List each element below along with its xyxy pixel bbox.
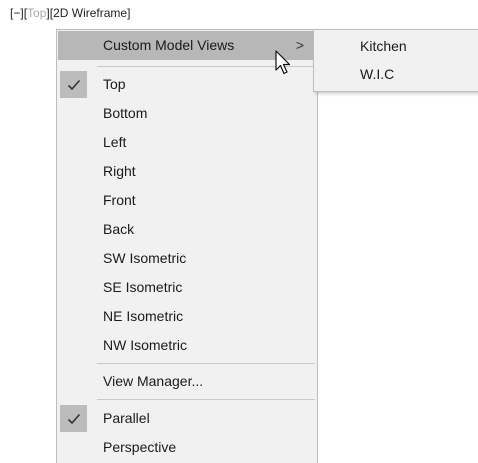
- menu-item-label: Left: [103, 134, 127, 150]
- menu-item-bottom[interactable]: Bottom: [58, 99, 316, 128]
- menu-item-se-isometric[interactable]: SE Isometric: [58, 273, 316, 302]
- menu-item-parallel[interactable]: Parallel: [58, 404, 316, 433]
- viewport-visual-style-control[interactable]: [2D Wireframe]: [50, 6, 131, 20]
- menu-item-label: SW Isometric: [103, 250, 187, 266]
- menu-item-label: View Manager...: [103, 373, 204, 389]
- menu-separator: [97, 399, 315, 400]
- menu-item-label: Back: [103, 221, 135, 237]
- menu-item-left[interactable]: Left: [58, 128, 316, 157]
- chevron-right-icon: >: [295, 37, 304, 53]
- check-icon: [60, 71, 87, 98]
- menu-item-nw-isometric[interactable]: NW Isometric: [58, 331, 316, 360]
- menu-item-back[interactable]: Back: [58, 215, 316, 244]
- submenu-item-label: W.I.C: [360, 66, 395, 82]
- viewport-label: [−][Top][2D Wireframe]: [10, 5, 130, 21]
- submenu-item-wic[interactable]: W.I.C: [315, 60, 477, 88]
- menu-item-label: Parallel: [103, 410, 150, 426]
- menu-item-label: NW Isometric: [103, 337, 187, 353]
- menu-item-right[interactable]: Right: [58, 157, 316, 186]
- menu-item-label: Front: [103, 192, 136, 208]
- viewport-view-control[interactable]: Top: [27, 6, 46, 20]
- menu-item-label: SE Isometric: [103, 279, 183, 295]
- view-context-menu: Custom Model Views > Top Bottom Left Rig…: [56, 29, 318, 463]
- menu-item-label: Custom Model Views: [103, 37, 235, 53]
- menu-item-label: Right: [103, 163, 136, 179]
- mouse-pointer-icon: [275, 50, 291, 75]
- check-icon: [60, 405, 87, 432]
- custom-model-views-submenu: Kitchen W.I.C: [313, 29, 478, 92]
- menu-item-label: Bottom: [103, 105, 148, 121]
- menu-item-front[interactable]: Front: [58, 186, 316, 215]
- submenu-item-label: Kitchen: [360, 38, 407, 54]
- menu-item-view-manager[interactable]: View Manager...: [58, 367, 316, 396]
- menu-item-label: Perspective: [103, 439, 177, 455]
- menu-item-sw-isometric[interactable]: SW Isometric: [58, 244, 316, 273]
- menu-separator: [97, 363, 315, 364]
- menu-item-perspective[interactable]: Perspective: [58, 433, 316, 462]
- viewport-minimize-control[interactable]: [−]: [10, 6, 24, 20]
- submenu-item-kitchen[interactable]: Kitchen: [315, 32, 477, 60]
- menu-item-label: NE Isometric: [103, 308, 184, 324]
- menu-item-label: Top: [103, 76, 126, 92]
- menu-item-ne-isometric[interactable]: NE Isometric: [58, 302, 316, 331]
